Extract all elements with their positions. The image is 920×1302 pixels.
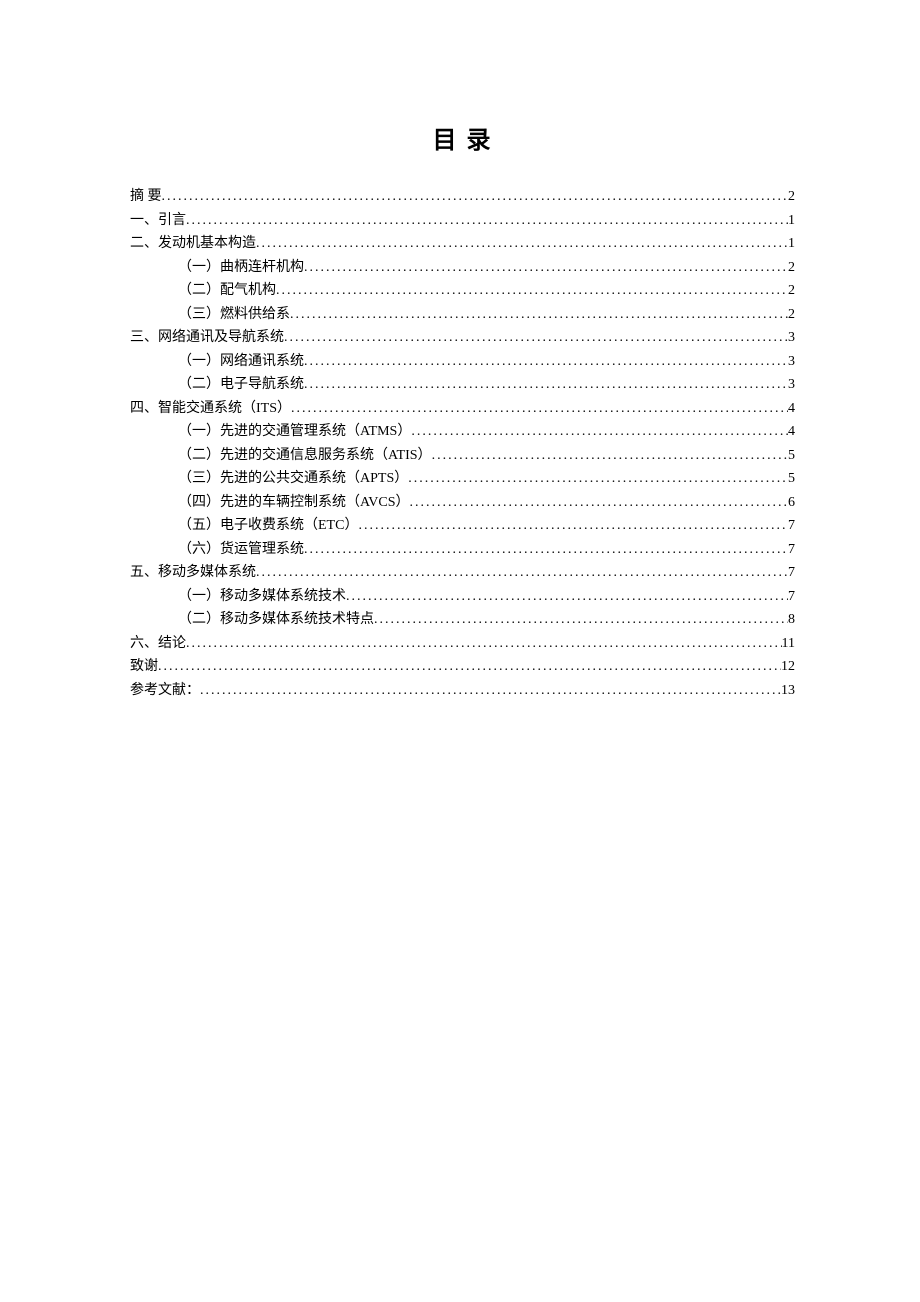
toc-entry-page: 7	[788, 543, 795, 557]
toc-leader-dots	[358, 519, 788, 533]
toc-entry-label: 参考文献：	[130, 684, 200, 698]
toc-entry-page: 3	[788, 378, 795, 392]
toc-leader-dots	[256, 566, 788, 580]
toc-leader-dots	[256, 237, 788, 251]
table-of-contents: 摘 要2一、引言1二、发动机基本构造1（一）曲柄连杆机构2（二）配气机构2（三）…	[130, 190, 795, 698]
toc-entry: 三、网络通讯及导航系统 3	[130, 331, 795, 345]
toc-entry-label: 二、发动机基本构造	[130, 237, 256, 251]
toc-entry: （二）移动多媒体系统技术特点 8	[130, 613, 795, 627]
toc-leader-dots	[432, 449, 788, 463]
toc-entry: （一）先进的交通管理系统（ATMS） 4	[130, 425, 795, 439]
toc-entry-page: 2	[788, 190, 795, 204]
toc-leader-dots	[408, 472, 788, 486]
toc-entry-page: 2	[788, 284, 795, 298]
toc-entry-label: （一）网络通讯系统	[178, 355, 304, 369]
toc-entry: 致谢 12	[130, 660, 795, 674]
toc-entry-label: （五）电子收费系统（ETC）	[178, 519, 358, 533]
toc-entry-page: 12	[781, 660, 795, 674]
toc-entry: （一）网络通讯系统 3	[130, 355, 795, 369]
toc-leader-dots	[200, 684, 781, 698]
toc-entry: 参考文献： 13	[130, 684, 795, 698]
toc-leader-dots	[162, 190, 789, 204]
toc-entry-page: 13	[781, 684, 795, 698]
toc-entry-label: （一）移动多媒体系统技术	[178, 590, 346, 604]
toc-leader-dots	[284, 331, 788, 345]
toc-entry-label: （三）燃料供给系	[178, 308, 290, 322]
toc-entry: （三）燃料供给系 2	[130, 308, 795, 322]
toc-entry: 四、智能交通系统（ITS） 4	[130, 402, 795, 416]
toc-entry: 六、结论 11	[130, 637, 795, 651]
toc-entry-label: 三、网络通讯及导航系统	[130, 331, 284, 345]
toc-entry-page: 1	[788, 214, 795, 228]
toc-entry-page: 5	[788, 472, 795, 486]
toc-leader-dots	[304, 378, 788, 392]
toc-entry-page: 3	[788, 331, 795, 345]
toc-entry: 一、引言 1	[130, 214, 795, 228]
toc-leader-dots	[410, 496, 788, 510]
toc-entry-label: （一）先进的交通管理系统（ATMS）	[178, 425, 411, 439]
toc-entry-page: 6	[788, 496, 795, 510]
toc-leader-dots	[186, 214, 788, 228]
toc-leader-dots	[304, 261, 788, 275]
toc-entry: （三）先进的公共交通系统（APTS） 5	[130, 472, 795, 486]
toc-leader-dots	[158, 660, 781, 674]
toc-entry-label: 一、引言	[130, 214, 186, 228]
toc-entry-page: 4	[788, 402, 795, 416]
toc-entry-page: 2	[788, 261, 795, 275]
toc-leader-dots	[374, 613, 788, 627]
toc-entry-page: 7	[788, 519, 795, 533]
toc-entry-label: （六）货运管理系统	[178, 543, 304, 557]
toc-entry: （一）移动多媒体系统技术 7	[130, 590, 795, 604]
toc-entry-label: 六、结论	[130, 637, 186, 651]
toc-entry: （一）曲柄连杆机构 2	[130, 261, 795, 275]
toc-leader-dots	[290, 308, 788, 322]
toc-entry-label: 五、移动多媒体系统	[130, 566, 256, 580]
toc-entry-page: 3	[788, 355, 795, 369]
toc-entry: （五）电子收费系统（ETC） 7	[130, 519, 795, 533]
toc-entry: （二）先进的交通信息服务系统（ATIS） 5	[130, 449, 795, 463]
toc-entry: 摘 要 2	[130, 190, 795, 204]
toc-entry-label: （四）先进的车辆控制系统（AVCS）	[178, 496, 410, 510]
toc-entry-page: 8	[788, 613, 795, 627]
toc-entry-page: 4	[788, 425, 795, 439]
toc-entry: 五、移动多媒体系统 7	[130, 566, 795, 580]
toc-entry: （二）电子导航系统 3	[130, 378, 795, 392]
toc-entry: 二、发动机基本构造 1	[130, 237, 795, 251]
toc-entry-label: （三）先进的公共交通系统（APTS）	[178, 472, 408, 486]
toc-entry-page: 7	[788, 566, 795, 580]
toc-entry: （六）货运管理系统 7	[130, 543, 795, 557]
toc-leader-dots	[276, 284, 788, 298]
toc-leader-dots	[291, 402, 788, 416]
toc-entry-label: 四、智能交通系统（ITS）	[130, 402, 291, 416]
toc-leader-dots	[186, 637, 782, 651]
toc-entry-label: 摘 要	[130, 190, 162, 204]
toc-entry-label: （二）电子导航系统	[178, 378, 304, 392]
toc-entry-label: （二）移动多媒体系统技术特点	[178, 613, 374, 627]
toc-leader-dots	[304, 355, 788, 369]
toc-entry-label: （二）先进的交通信息服务系统（ATIS）	[178, 449, 432, 463]
toc-entry: （四）先进的车辆控制系统（AVCS） 6	[130, 496, 795, 510]
toc-leader-dots	[411, 425, 788, 439]
toc-entry-page: 1	[788, 237, 795, 251]
toc-entry-label: （二）配气机构	[178, 284, 276, 298]
toc-leader-dots	[304, 543, 788, 557]
toc-entry-page: 2	[788, 308, 795, 322]
toc-entry-page: 5	[788, 449, 795, 463]
toc-entry: （二）配气机构 2	[130, 284, 795, 298]
toc-leader-dots	[346, 590, 788, 604]
toc-entry-label: 致谢	[130, 660, 158, 674]
toc-title: 目 录	[130, 120, 795, 155]
toc-entry-label: （一）曲柄连杆机构	[178, 261, 304, 275]
toc-entry-page: 11	[782, 637, 795, 651]
toc-entry-page: 7	[788, 590, 795, 604]
